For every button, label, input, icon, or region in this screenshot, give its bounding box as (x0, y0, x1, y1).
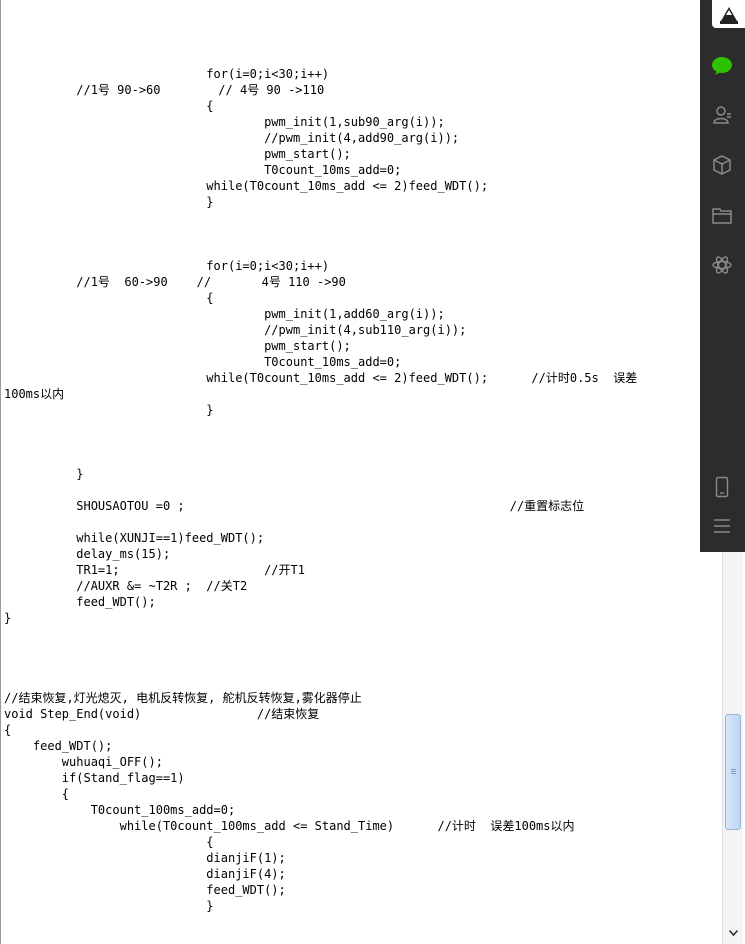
code-line[interactable]: //1号 90->60 // 4号 90 ->110 (4, 82, 700, 98)
code-line[interactable]: for(i=0;i<30;i++) (4, 66, 700, 82)
code-line[interactable]: pwm_init(1,sub90_arg(i)); (4, 114, 700, 130)
code-line[interactable]: { (4, 290, 700, 306)
code-line[interactable]: 100ms以内 (4, 386, 700, 402)
code-line[interactable] (4, 450, 700, 466)
window-left-border (0, 0, 1, 944)
box-icon[interactable] (709, 152, 735, 178)
code-line[interactable]: } (4, 898, 700, 914)
code-line[interactable]: feed_WDT(); (4, 594, 700, 610)
app-sidebar (700, 0, 745, 552)
code-line[interactable]: if(Stand_flag==1) (4, 770, 700, 786)
code-line[interactable]: while(T0count_10ms_add <= 2)feed_WDT(); (4, 178, 700, 194)
code-line[interactable]: feed_WDT(); (4, 738, 700, 754)
code-line[interactable]: dianjiF(1); (4, 850, 700, 866)
code-line[interactable] (4, 434, 700, 450)
vertical-scrollbar[interactable] (722, 552, 743, 944)
scrollbar-thumb[interactable] (725, 714, 741, 830)
code-line[interactable]: T0count_100ms_add=0; (4, 802, 700, 818)
code-line[interactable]: delay_ms(15); (4, 546, 700, 562)
code-line[interactable]: pwm_start(); (4, 338, 700, 354)
code-line[interactable] (4, 642, 700, 658)
scroll-down-arrow-icon[interactable] (725, 924, 741, 941)
code-line[interactable]: TR1=1; //开T1 (4, 562, 700, 578)
code-line[interactable]: feed_WDT(); (4, 882, 700, 898)
code-line[interactable]: { (4, 98, 700, 114)
code-line[interactable] (4, 210, 700, 226)
code-line[interactable]: { (4, 722, 700, 738)
code-line[interactable]: while(XUNJI==1)feed_WDT(); (4, 530, 700, 546)
settings-icon[interactable] (709, 252, 735, 278)
code-line[interactable] (4, 514, 700, 530)
app-logo-icon (720, 7, 738, 24)
phone-icon[interactable] (709, 474, 735, 500)
code-line[interactable]: } (4, 402, 700, 418)
chat-icon[interactable] (709, 53, 735, 79)
code-line[interactable]: //结束恢复,灯光熄灭, 电机反转恢复, 舵机反转恢复,雾化器停止 (4, 690, 700, 706)
code-line[interactable]: //pwm_init(4,sub110_arg(i)); (4, 322, 700, 338)
code-line[interactable]: { (4, 834, 700, 850)
code-line[interactable] (4, 242, 700, 258)
code-line[interactable] (4, 674, 700, 690)
code-line[interactable] (4, 482, 700, 498)
contacts-icon[interactable] (709, 102, 735, 128)
code-line[interactable]: pwm_init(1,add60_arg(i)); (4, 306, 700, 322)
code-line[interactable]: void Step_End(void) //结束恢复 (4, 706, 700, 722)
code-line[interactable]: dianjiF(4); (4, 866, 700, 882)
code-line[interactable]: while(T0count_100ms_add <= Stand_Time) /… (4, 818, 700, 834)
folder-icon[interactable] (709, 202, 735, 228)
code-line[interactable]: //1号 60->90 // 4号 110 ->90 (4, 274, 700, 290)
code-line[interactable]: { (4, 786, 700, 802)
code-line[interactable]: pwm_start(); (4, 146, 700, 162)
code-line[interactable]: //pwm_init(4,add90_arg(i)); (4, 130, 700, 146)
code-line[interactable]: for(i=0;i<30;i++) (4, 258, 700, 274)
code-line[interactable]: T0count_10ms_add=0; (4, 354, 700, 370)
code-line[interactable]: } (4, 194, 700, 210)
code-line[interactable]: } (4, 466, 700, 482)
code-line[interactable]: SHOUSAOTOU =0 ; //重置标志位 (4, 498, 700, 514)
menu-icon[interactable] (709, 513, 735, 539)
code-editor[interactable]: for(i=0;i<30;i++) //1号 90->60 // 4号 90 -… (4, 66, 700, 914)
code-line[interactable]: while(T0count_10ms_add <= 2)feed_WDT(); … (4, 370, 700, 386)
code-line[interactable] (4, 418, 700, 434)
code-line[interactable]: //AUXR &= ~T2R ; //关T2 (4, 578, 700, 594)
code-line[interactable] (4, 226, 700, 242)
code-line[interactable]: T0count_10ms_add=0; (4, 162, 700, 178)
code-line[interactable] (4, 658, 700, 674)
code-line[interactable] (4, 626, 700, 642)
code-line[interactable]: } (4, 610, 700, 626)
code-line[interactable]: wuhuaqi_OFF(); (4, 754, 700, 770)
app-logo[interactable] (712, 0, 745, 28)
